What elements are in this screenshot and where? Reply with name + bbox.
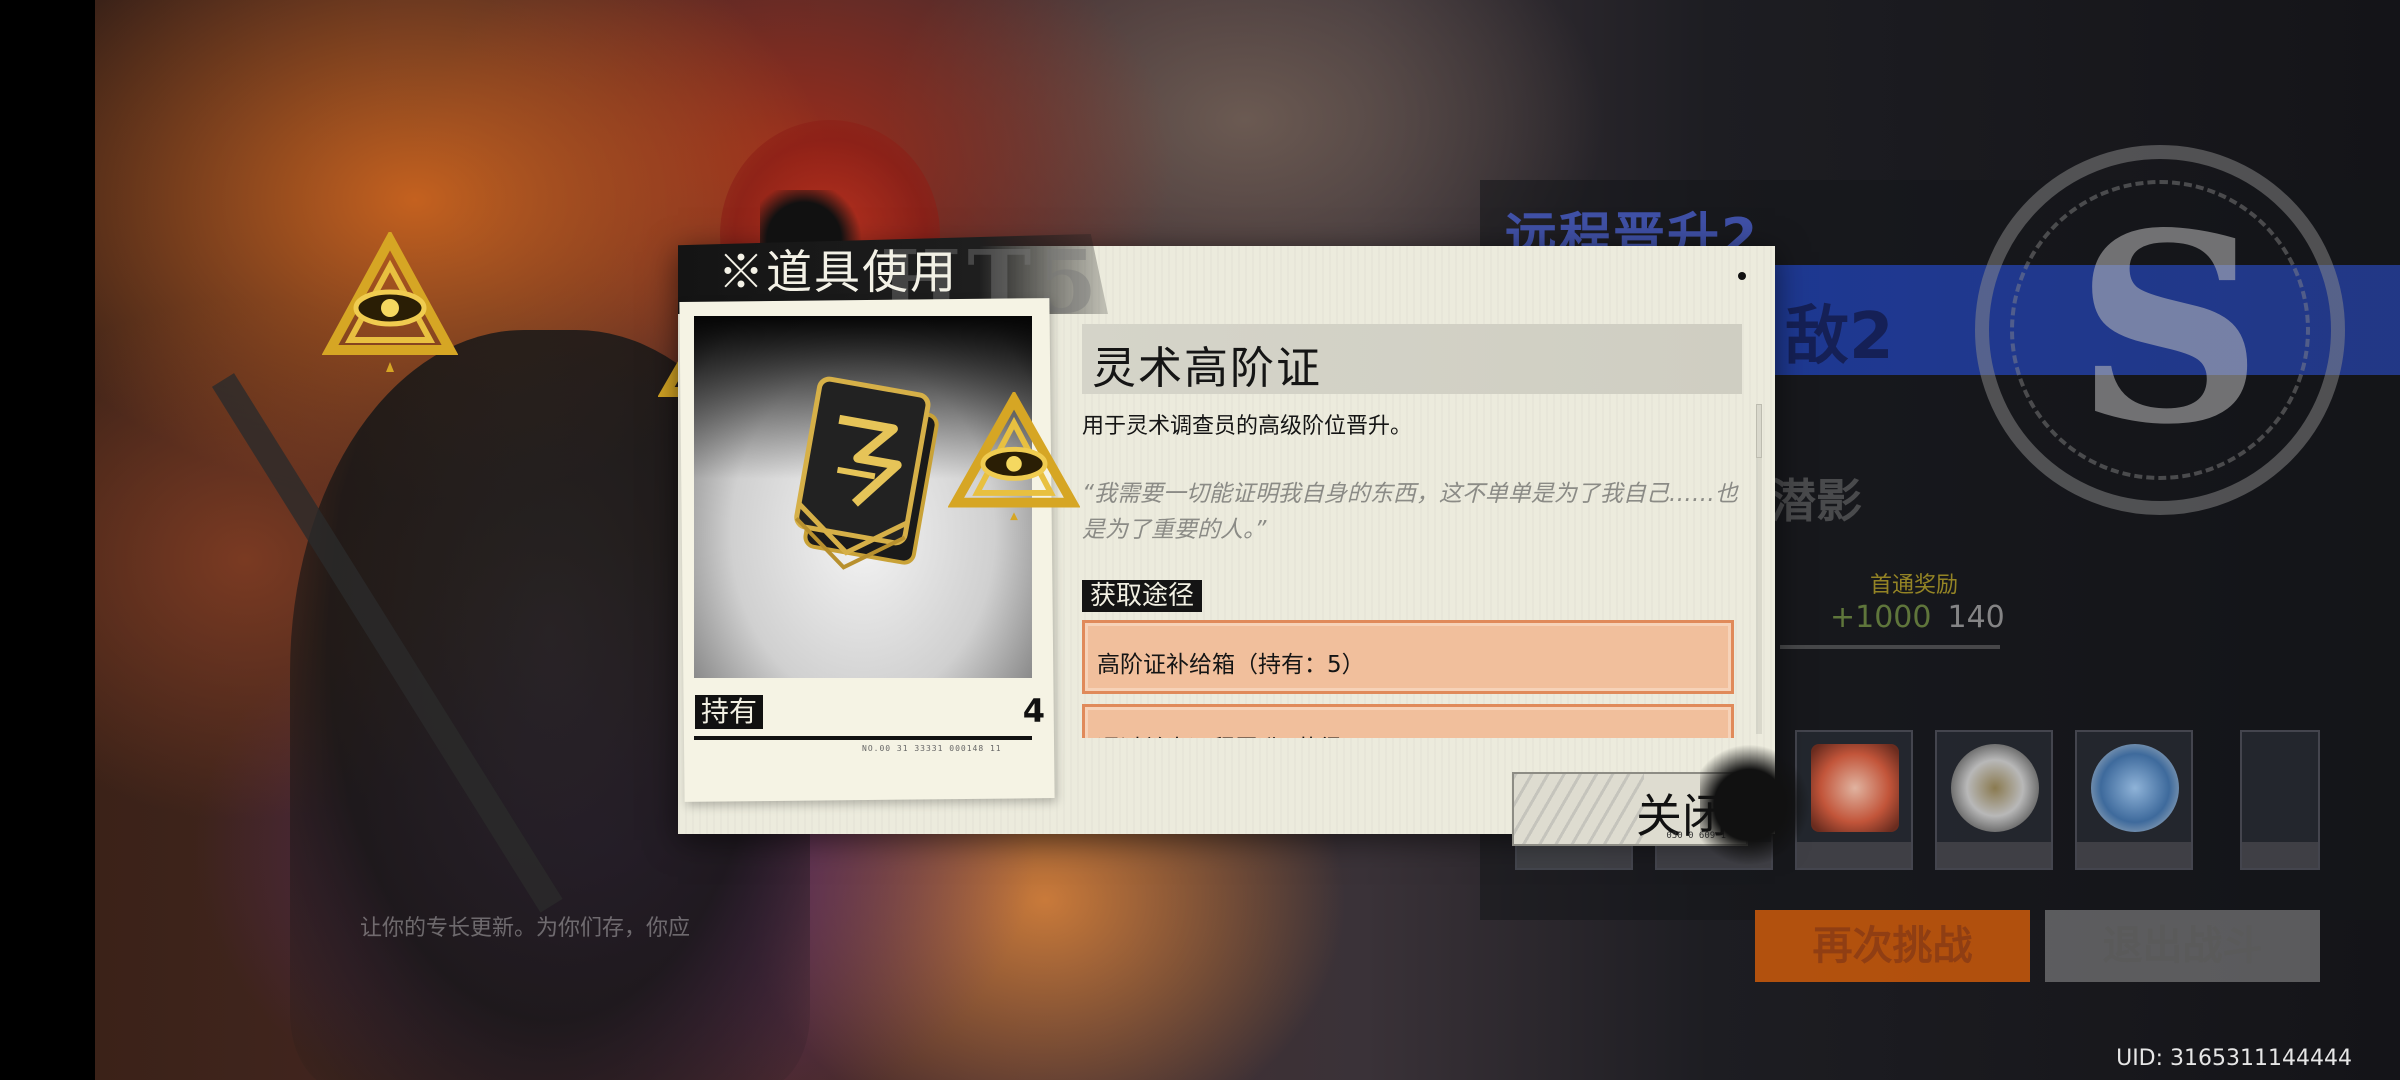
score-line: +1000 140 (1830, 600, 2005, 635)
source-heading: 获取途径 (1082, 580, 1203, 612)
close-button-hatch (1514, 774, 1644, 844)
result-band-text: 敌2 (1785, 300, 1894, 374)
exit-battle-button[interactable]: 退出战斗 (2045, 910, 2320, 982)
source-list[interactable]: 高阶证补给箱（持有：5） 通过关卡远程晋升2获得 (1082, 620, 1734, 738)
background-caption: 让你的专长更新。为你们存，你应 (360, 916, 691, 941)
user-id: UID: 3165311144444 (2116, 1046, 2352, 1071)
owned-label: 持有 (695, 695, 764, 729)
advanced-certificate-icon (794, 376, 939, 570)
source-item-label: 高阶证补给箱（持有：5） (1097, 652, 1365, 678)
owned-count: 4 (1022, 692, 1045, 730)
reward-slot[interactable] (2240, 730, 2320, 870)
retry-button[interactable]: 再次挑战 (1755, 910, 2030, 982)
reward-icon (1951, 744, 2039, 832)
source-item[interactable]: 高阶证补给箱（持有：5） (1082, 620, 1734, 694)
item-description: 用于灵术调查员的高级阶位晋升。 (1082, 414, 1413, 439)
reward-slot[interactable] (1935, 730, 2053, 870)
rank-letter: S (2075, 177, 2263, 482)
corner-dot (1738, 272, 1746, 280)
score-divider (1780, 645, 2000, 649)
source-item[interactable]: 通过关卡远程晋升2获得 (1082, 704, 1734, 738)
scrollbar-thumb[interactable] (1756, 404, 1762, 458)
score-gain: +1000 (1830, 600, 1932, 635)
owned-divider (694, 736, 1032, 740)
item-flavor-quote: “我需要一切能证明我自身的东西，这不单单是为了我自己……也是为了重要的人。” (1082, 481, 1738, 543)
reward-count-bar (1937, 842, 2051, 868)
score-total: 140 (1947, 600, 2005, 635)
reward-count-bar (2077, 842, 2191, 868)
eye-emblem-icon (322, 232, 458, 372)
dialog-title: ※道具使用 (718, 245, 958, 299)
source-item-label: 通过关卡远程晋升2获得 (1097, 729, 1342, 738)
reward-icon (1811, 744, 1899, 832)
reward-count-bar (2242, 842, 2318, 868)
first-clear-note: 首通奖励 (1870, 573, 1959, 598)
reward-icon (2091, 744, 2179, 832)
reward-slot[interactable] (1795, 730, 1913, 870)
result-subtitle: 潜影 (1770, 474, 1862, 528)
reward-count-bar (1797, 842, 1911, 868)
reward-slot[interactable] (2075, 730, 2193, 870)
card-fine-print: NO.00 31 33331 000148 11 (862, 744, 1002, 753)
item-name: 灵术高阶证 (1092, 343, 1322, 394)
ink-splash (1700, 740, 1810, 870)
eye-emblem-icon (948, 392, 1080, 521)
